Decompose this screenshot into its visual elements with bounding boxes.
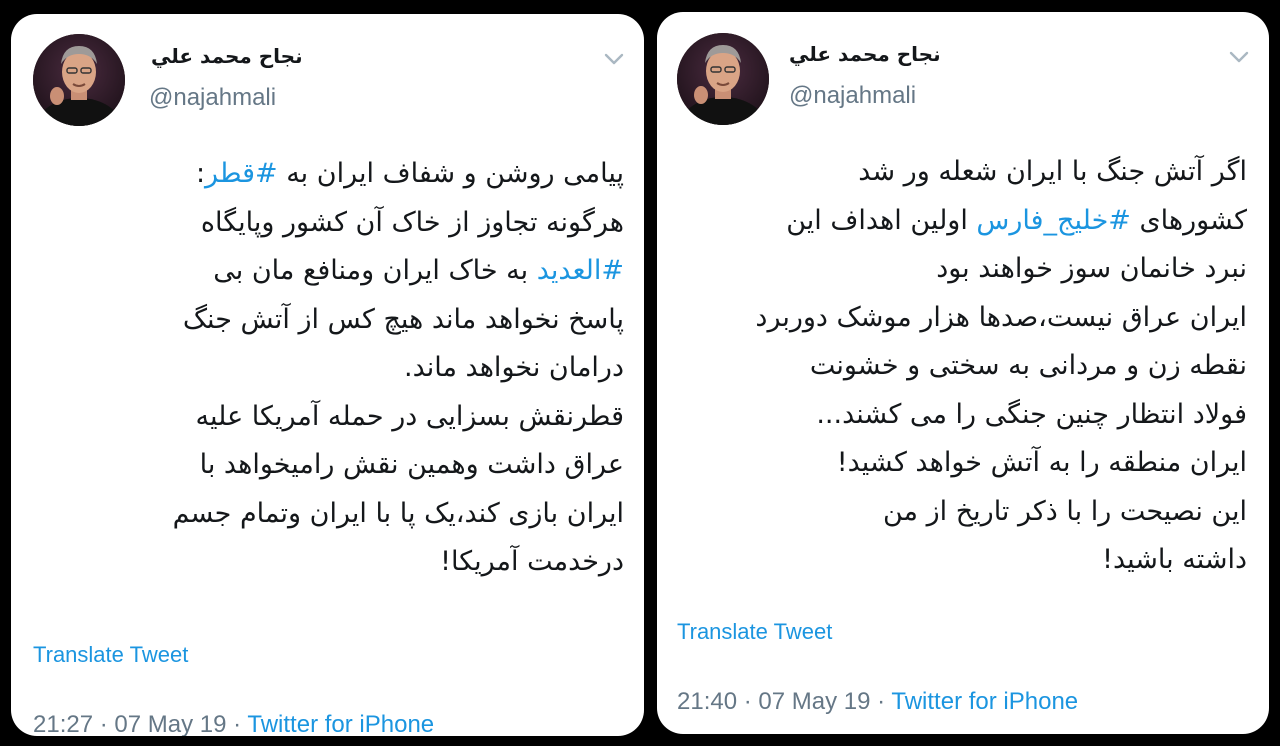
meta-separator: · [233, 711, 248, 736]
translate-tweet-link[interactable]: Translate Tweet [677, 619, 832, 645]
tweet-text-segment: نقطه زن و مردانی به سختی و خشونت [809, 350, 1247, 381]
tweet-card-persian-gulf[interactable]: نجاح محمد علي @najahmali اگر آتش جنگ با … [657, 12, 1269, 734]
tweet-text-segment: ایران عراق نیست،صدها هزار موشک دوربرد [755, 301, 1247, 333]
display-name[interactable]: نجاح محمد علي [789, 42, 941, 66]
tweet-text-segment: پاسخ نخواهد ماند هیچ کس از آتش جنگ [182, 303, 624, 335]
tweet-text-segment: اگر آتش جنگ با ایران شعله ور شد [858, 156, 1247, 187]
tweet-text-segment: داشته باشید! [1102, 544, 1247, 575]
tweet-source-link[interactable]: Twitter for iPhone [891, 688, 1078, 715]
tweet-text-line: ایران منطقه را به آتش خواهد کشید! [677, 439, 1247, 488]
tweet-text-segment: قطرنقش بسزایی در حمله آمریکا علیه [195, 400, 624, 432]
tweet-text-segment: هرگونه تجاوز از خاک آن کشور وپایگاه [200, 206, 624, 238]
tweet-text-segment: فولاد انتظار چنین جنگی را می کشند... [816, 398, 1247, 430]
tweet-text-line: داشته باشید! [677, 536, 1247, 585]
tweet-text-segment: پیامی روشن و شفاف ایران به [277, 158, 624, 189]
tweet-text-segment: ایران بازی کند،یک پا با ایران وتمام جسم [172, 497, 624, 529]
tweet-date: 07 May 19 [114, 711, 227, 736]
tweet-text-segment: : [195, 158, 206, 189]
tweet-text-segment: کشورهای [1130, 204, 1247, 236]
tweet-time: 21:27 [33, 711, 94, 736]
tweet-time: 21:40 [677, 688, 738, 715]
tweet-text-line: پیامی روشن و شفاف ایران به #قطر: [34, 150, 624, 199]
tweet-text-segment: درامان نخواهد ماند. [403, 352, 624, 383]
tweet-date: 07 May 19 [758, 688, 871, 715]
tweet-card-qatar[interactable]: نجاح محمد علي @najahmali پیامی روشن و شف… [11, 14, 644, 736]
profile-photo [677, 33, 769, 125]
tweet-text-line: ایران بازی کند،یک پا با ایران وتمام جسم [34, 490, 624, 539]
tweet-text-line: قطرنقش بسزایی در حمله آمریکا علیه [34, 393, 624, 442]
avatar[interactable] [33, 34, 125, 126]
user-handle[interactable]: @najahmali [149, 84, 276, 112]
tweet-text-line: فولاد انتظار چنین جنگی را می کشند... [677, 391, 1247, 440]
tweet-text-segment: به خاک ایران ومنافع مان بی [213, 255, 537, 286]
tweet-text-segment: این نصیحت را با ذکر تاریخ از من [883, 495, 1247, 527]
display-name[interactable]: نجاح محمد علي [151, 44, 303, 68]
tweet-text-line: #العدید به خاک ایران ومنافع مان بی [34, 247, 624, 296]
tweet-text-line: هرگونه تجاوز از خاک آن کشور وپایگاه [34, 199, 624, 248]
tweet-text-segment: اولین اهداف این [786, 204, 977, 236]
translate-tweet-link[interactable]: Translate Tweet [33, 642, 188, 668]
avatar[interactable] [677, 33, 769, 125]
tweet-text-line: این نصیحت را با ذکر تاریخ از من [677, 488, 1247, 537]
tweet-text-line: ایران عراق نیست،صدها هزار موشک دوربرد [677, 294, 1247, 343]
tweet-text-segment: ایران منطقه را به آتش خواهد کشید! [836, 447, 1247, 478]
tweet-text-line: درخدمت آمریکا! [34, 538, 624, 587]
tweet-text-segment: عراق داشت وهمین نقش رامیخواهد با [199, 449, 624, 480]
hashtag-link[interactable]: #قطر [205, 158, 278, 189]
tweet-text-line: پاسخ نخواهد ماند هیچ کس از آتش جنگ [34, 296, 624, 345]
tweet-text-segment: نبرد خانمان سوز خواهند بود [936, 253, 1247, 284]
tweet-text: اگر آتش جنگ با ایران شعله ور شد کشورهای #… [677, 148, 1247, 585]
chevron-down-icon[interactable] [1228, 50, 1250, 64]
tweet-text-line: نبرد خانمان سوز خواهند بود [677, 245, 1247, 294]
meta-separator: · [99, 711, 115, 736]
chevron-down-icon[interactable] [603, 52, 625, 66]
tweet-text-line: اگر آتش جنگ با ایران شعله ور شد [677, 148, 1247, 197]
tweet-text-segment: درخدمت آمریکا! [440, 546, 624, 577]
hashtag-link[interactable]: #خلیج_فارس [976, 205, 1130, 236]
screenshot-collage: نجاح محمد علي @najahmali پیامی روشن و شف… [0, 0, 1280, 746]
tweet-text-line: کشورهای #خلیج_فارس اولین اهداف این [677, 197, 1247, 246]
tweet-text-line: درامان نخواهد ماند. [34, 344, 624, 393]
tweet-meta: 21:27 · 07 May 19 · Twitter for iPhone [33, 711, 434, 736]
tweet-text-line: نقطه زن و مردانی به سختی و خشونت [677, 342, 1247, 391]
tweet-source-link[interactable]: Twitter for iPhone [247, 711, 434, 736]
hashtag-link[interactable]: #العدید [537, 255, 624, 286]
meta-separator: · [877, 688, 892, 715]
meta-separator: · [743, 688, 759, 715]
user-handle[interactable]: @najahmali [789, 82, 916, 110]
tweet-text-line: عراق داشت وهمین نقش رامیخواهد با [34, 441, 624, 490]
tweet-text: پیامی روشن و شفاف ایران به #قطر: هرگونه ت… [34, 150, 624, 587]
profile-photo [33, 34, 125, 126]
tweet-meta: 21:40 · 07 May 19 · Twitter for iPhone [677, 688, 1078, 716]
